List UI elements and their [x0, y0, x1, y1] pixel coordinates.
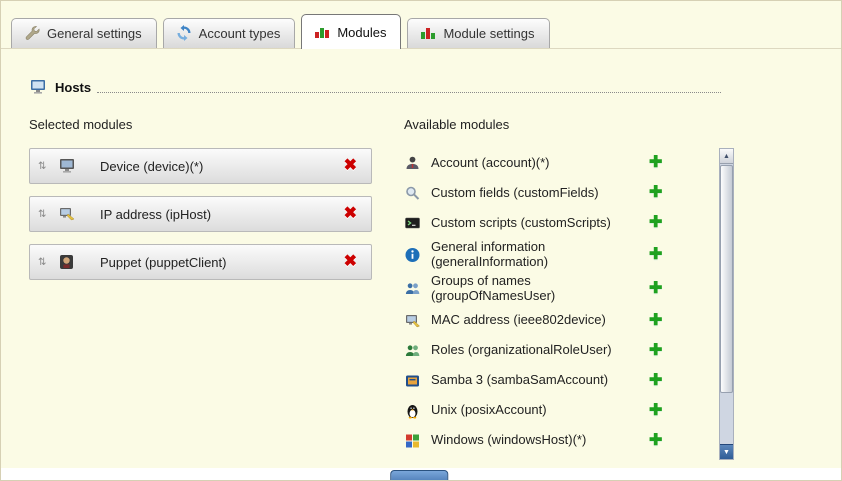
- scrollbar-thumb[interactable]: [720, 165, 733, 393]
- tab-label: Module settings: [443, 26, 534, 41]
- remove-module-button[interactable]: ✖: [344, 158, 357, 174]
- tab-modules[interactable]: Modules: [301, 14, 401, 49]
- section-header: Hosts: [29, 79, 721, 97]
- wrench-icon: [24, 25, 40, 41]
- drag-handle-icon[interactable]: ⇅: [38, 209, 52, 220]
- mac-address-icon: [404, 313, 421, 329]
- add-module-button[interactable]: ✚: [649, 403, 662, 419]
- bottom-strip: [1, 468, 841, 480]
- selected-module-row[interactable]: ⇅ Puppet (puppetClient) ✖: [29, 244, 372, 280]
- available-module-row[interactable]: Windows (windowsHost)(*) ✚: [404, 426, 712, 456]
- available-module-row[interactable]: General information (generalInformation)…: [404, 238, 712, 272]
- available-module-label: Windows (windowsHost)(*): [431, 433, 649, 448]
- account-icon: [404, 155, 421, 171]
- available-module-label: Custom scripts (customScripts): [431, 216, 649, 231]
- selected-modules-heading: Selected modules: [29, 117, 374, 132]
- settings-panel: General settings Account types Modules M…: [1, 1, 841, 470]
- remove-module-button[interactable]: ✖: [344, 206, 357, 222]
- add-module-button[interactable]: ✚: [649, 373, 662, 389]
- roles-icon: [404, 343, 421, 359]
- device-icon: [58, 158, 76, 174]
- available-module-label: Custom fields (customFields): [431, 186, 649, 201]
- scrollbar-up-button[interactable]: ▲: [720, 149, 733, 164]
- available-modules-heading: Available modules: [404, 117, 734, 132]
- available-module-row[interactable]: Samba 3 (sambaSamAccount) ✚: [404, 366, 712, 396]
- drag-handle-icon[interactable]: ⇅: [38, 257, 52, 268]
- available-module-label: Unix (posixAccount): [431, 403, 649, 418]
- refresh-icon: [176, 25, 192, 41]
- group-icon: [404, 281, 421, 297]
- add-module-button[interactable]: ✚: [649, 313, 662, 329]
- unix-icon: [404, 403, 421, 419]
- modules-icon: [314, 24, 330, 40]
- module-settings-icon: [420, 25, 436, 41]
- selected-module-label: IP address (ipHost): [100, 207, 344, 222]
- selected-module-label: Device (device)(*): [100, 159, 344, 174]
- section-title-text: Hosts: [55, 80, 91, 95]
- lam-config-page: General settings Account types Modules M…: [0, 0, 842, 481]
- ip-address-icon: [58, 206, 76, 222]
- available-modules-column: Available modules Account (account)(*) ✚…: [404, 117, 734, 460]
- custom-fields-icon: [404, 185, 421, 201]
- available-module-row[interactable]: Custom scripts (customScripts) ✚: [404, 208, 712, 238]
- tab-account-types[interactable]: Account types: [163, 18, 296, 48]
- available-modules-list: Account (account)(*) ✚ Custom fields (cu…: [404, 148, 734, 460]
- available-module-label: Account (account)(*): [431, 156, 649, 171]
- scrollbar-track[interactable]: ▲ ▼: [719, 148, 734, 460]
- puppet-icon: [58, 254, 76, 270]
- scrollbar-down-button[interactable]: ▼: [720, 444, 733, 459]
- selected-modules-column: Selected modules ⇅ Device (device)(*) ✖ …: [29, 117, 374, 460]
- selected-module-label: Puppet (puppetClient): [100, 255, 344, 270]
- available-module-row[interactable]: MAC address (ieee802device) ✚: [404, 306, 712, 336]
- add-module-button[interactable]: ✚: [649, 343, 662, 359]
- bottom-button[interactable]: [390, 470, 448, 481]
- tab-label: General settings: [47, 26, 142, 41]
- info-icon: [404, 247, 421, 263]
- selected-module-row[interactable]: ⇅ IP address (ipHost) ✖: [29, 196, 372, 232]
- tab-label: Account types: [199, 26, 281, 41]
- tab-label: Modules: [337, 25, 386, 40]
- add-module-button[interactable]: ✚: [649, 247, 662, 263]
- add-module-button[interactable]: ✚: [649, 185, 662, 201]
- drag-handle-icon[interactable]: ⇅: [38, 161, 52, 172]
- available-module-row[interactable]: Account (account)(*) ✚: [404, 148, 712, 178]
- available-module-row[interactable]: Groups of names (groupOfNamesUser) ✚: [404, 272, 712, 306]
- samba-icon: [404, 373, 421, 389]
- selected-module-row[interactable]: ⇅ Device (device)(*) ✖: [29, 148, 372, 184]
- available-module-row[interactable]: Roles (organizationalRoleUser) ✚: [404, 336, 712, 366]
- available-module-row[interactable]: Unix (posixAccount) ✚: [404, 396, 712, 426]
- dotted-divider: [97, 92, 721, 93]
- tab-bar: General settings Account types Modules M…: [1, 1, 841, 49]
- available-module-label: General information (generalInformation): [431, 240, 649, 270]
- add-module-button[interactable]: ✚: [649, 433, 662, 449]
- tab-general-settings[interactable]: General settings: [11, 18, 157, 48]
- tab-module-settings[interactable]: Module settings: [407, 18, 549, 48]
- windows-icon: [404, 433, 421, 449]
- section-title: Hosts: [29, 79, 91, 97]
- add-module-button[interactable]: ✚: [649, 155, 662, 171]
- available-module-label: MAC address (ieee802device): [431, 313, 649, 328]
- available-module-row[interactable]: Custom fields (customFields) ✚: [404, 178, 712, 208]
- add-module-button[interactable]: ✚: [649, 215, 662, 231]
- add-module-button[interactable]: ✚: [649, 281, 662, 297]
- available-module-label: Groups of names (groupOfNamesUser): [431, 274, 649, 304]
- host-monitor-icon: [29, 79, 47, 95]
- available-module-label: Roles (organizationalRoleUser): [431, 343, 649, 358]
- custom-scripts-icon: [404, 215, 421, 231]
- remove-module-button[interactable]: ✖: [344, 254, 357, 270]
- available-module-label: Samba 3 (sambaSamAccount): [431, 373, 649, 388]
